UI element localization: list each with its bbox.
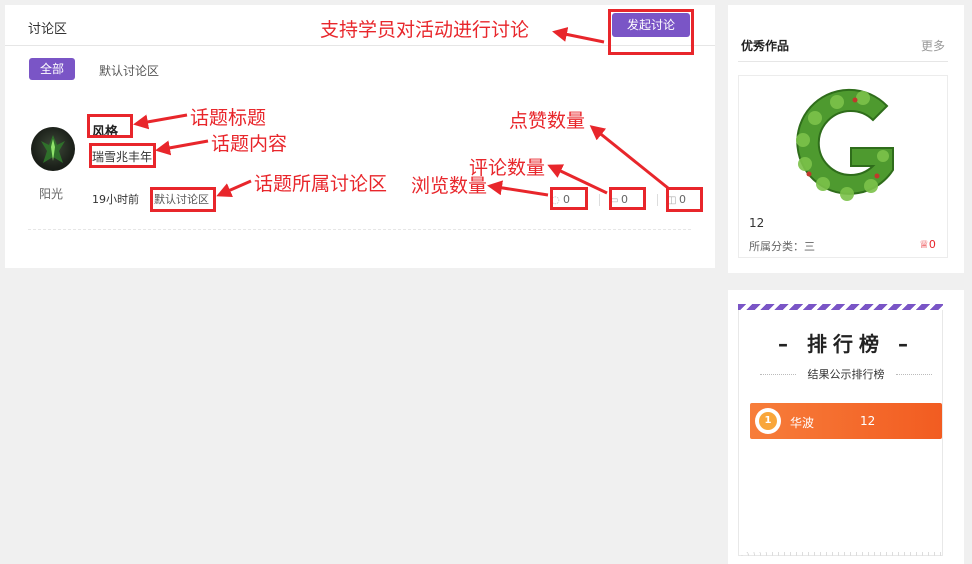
crown-icon: ♕ [919,238,929,251]
divider [657,194,658,206]
medal-icon: 1 [755,408,781,434]
divider [28,229,691,230]
annotation-box-start-button [608,9,694,55]
tab-default-area[interactable]: 默认讨论区 [99,62,159,79]
work-like-count[interactable]: ♕0 [919,238,936,251]
leaf-letter-g-image[interactable] [775,78,913,213]
topic-time: 19小时前 [92,193,139,206]
annotation-box-comments [609,187,646,210]
rank-name: 华波 [790,416,815,430]
works-title: 优秀作品 [741,39,790,53]
divider [599,194,600,206]
tab-all[interactable]: 全部 [29,58,75,80]
avatar[interactable] [31,127,75,171]
annotation-box-likes [666,187,703,212]
ranking-panel: – 排行榜 – 结果公示排行榜 1 华波 12 [728,290,964,564]
annotation-box-topic-title [87,114,133,138]
works-more-link[interactable]: 更多 [921,37,945,54]
ranking-row[interactable]: 1 华波 12 [750,403,942,439]
annotation-comments: 评论数量 [469,157,546,179]
topic-author[interactable]: 阳光 [39,185,63,202]
annotation-box-topic-content [89,143,156,168]
avatar-figure-icon [41,135,65,163]
excellent-works-panel: 优秀作品 更多 12 所属分类：三 ♕0 [728,5,964,273]
ranking-bottom-border [738,552,943,556]
work-category: 所属分类：三 [749,240,815,253]
work-name: 12 [749,216,765,230]
divider [896,374,932,375]
work-card[interactable]: 12 所属分类：三 ♕0 [738,75,948,258]
divider [738,61,948,62]
annotation-topic-area: 话题所属讨论区 [254,173,388,195]
discussion-title: 讨论区 [28,22,68,37]
annotation-box-topic-area [150,187,216,212]
annotation-topic-content: 话题内容 [211,133,288,155]
annotation-likes: 点赞数量 [509,110,586,132]
annotation-box-views [550,187,588,210]
work-like-value: 0 [928,238,936,251]
rank-number: 1 [759,412,777,430]
annotation-discuss: 支持学员对活动进行讨论 [320,19,530,41]
rank-score: 12 [860,414,876,428]
ranking-title: – 排行榜 – [778,332,914,356]
annotation-topic-title: 话题标题 [190,107,267,129]
